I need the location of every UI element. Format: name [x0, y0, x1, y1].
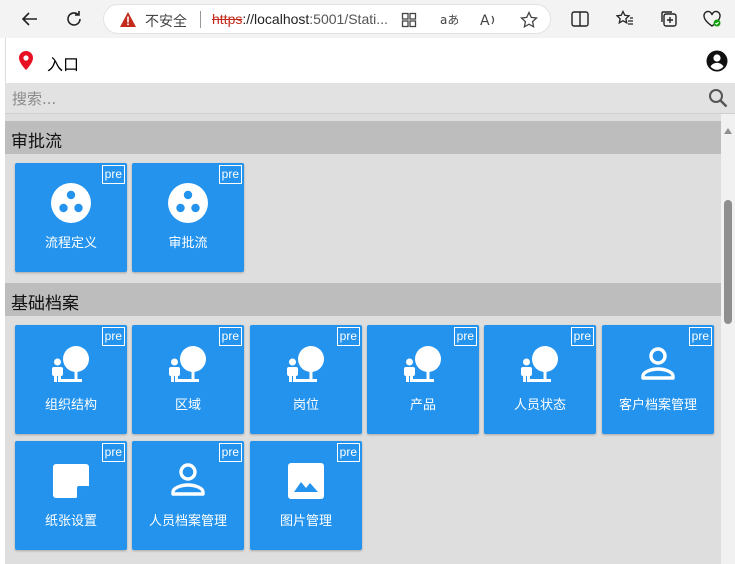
pre-badge: pre	[101, 327, 125, 346]
tile-label: 图片管理	[279, 514, 332, 529]
pre-badge: pre	[218, 443, 242, 462]
hub-icon	[166, 182, 210, 224]
insecure-label: 不安全	[145, 14, 187, 30]
svg-text:aあ: aあ	[440, 13, 458, 27]
pre-badge: pre	[336, 327, 360, 346]
tile-label: 组织结构	[44, 398, 97, 413]
pre-badge: pre	[101, 443, 125, 462]
pre-badge: pre	[453, 327, 477, 346]
address-separator	[200, 11, 201, 28]
search-input[interactable]	[12, 89, 692, 109]
favorite-star-icon[interactable]	[518, 9, 540, 31]
tile-label: 客户档案管理	[618, 398, 697, 413]
pre-badge: pre	[218, 165, 242, 184]
browser-toolbar: 不安全 https://localhost:5001/Stati... aあ A	[0, 0, 735, 38]
tile-product[interactable]: pre 产品	[367, 325, 479, 434]
tile-label: 审批流	[168, 236, 208, 251]
app-header: 入口	[5, 38, 735, 83]
account-circle-icon[interactable]	[706, 50, 728, 76]
tile-org-structure[interactable]: pre 组织结构	[15, 325, 127, 434]
person-outline-icon	[166, 460, 210, 502]
nature-people-icon	[49, 344, 93, 386]
search-bar	[5, 83, 735, 114]
search-icon[interactable]	[708, 88, 728, 112]
section-header-master-data: 基础档案	[5, 283, 721, 316]
section-title: 审批流	[11, 132, 62, 152]
tile-label: 区域	[174, 398, 201, 413]
hub-icon	[49, 182, 93, 224]
nature-people-icon	[518, 344, 562, 386]
vertical-scrollbar[interactable]	[721, 114, 735, 564]
translate-icon[interactable]: aあ	[438, 9, 460, 31]
tile-content-area: 审批流 pre 流程定义 pre 审批流 基础档案 pre 组织结构 pre 区…	[5, 114, 721, 564]
tile-label: 流程定义	[44, 236, 97, 251]
section-title: 基础档案	[11, 294, 79, 314]
section-header-approval: 审批流	[5, 121, 721, 154]
tile-region[interactable]: pre 区域	[132, 325, 244, 434]
url-text: https://localhost:5001/Stati...	[212, 11, 388, 27]
note-icon	[49, 460, 93, 502]
split-screen-icon[interactable]	[566, 5, 594, 33]
favorites-icon[interactable]	[611, 5, 639, 33]
pre-badge: pre	[101, 165, 125, 184]
scroll-up-arrow-icon[interactable]	[724, 119, 732, 138]
tile-label: 纸张设置	[44, 514, 97, 529]
read-aloud-icon[interactable]: A	[478, 9, 500, 31]
person-outline-icon	[636, 344, 680, 386]
svg-text:A: A	[480, 13, 490, 28]
location-pin-icon	[19, 51, 33, 74]
pre-badge: pre	[218, 327, 242, 346]
tile-label: 人员档案管理	[148, 514, 227, 529]
app-available-icon[interactable]	[398, 9, 420, 31]
nature-people-icon	[284, 344, 328, 386]
tile-workflow-definition[interactable]: pre 流程定义	[15, 163, 127, 272]
tile-approval-flow[interactable]: pre 审批流	[132, 163, 244, 272]
image-icon	[284, 460, 328, 502]
nature-people-icon	[401, 344, 445, 386]
nature-people-icon	[166, 344, 210, 386]
browser-essentials-icon[interactable]	[698, 5, 726, 33]
scrollbar-thumb[interactable]	[724, 200, 732, 324]
tile-image-management[interactable]: pre 图片管理	[250, 441, 362, 550]
back-icon[interactable]	[16, 5, 44, 33]
page-title: 入口	[47, 55, 80, 74]
tile-staff-records[interactable]: pre 人员档案管理	[132, 441, 244, 550]
warning-icon	[120, 12, 136, 31]
tile-staff-status[interactable]: pre 人员状态	[484, 325, 596, 434]
tile-paper-settings[interactable]: pre 纸张设置	[15, 441, 127, 550]
refresh-icon[interactable]	[60, 5, 88, 33]
tile-label: 产品	[409, 398, 436, 413]
pre-badge: pre	[336, 443, 360, 462]
tile-customer-records[interactable]: pre 客户档案管理	[602, 325, 714, 434]
collections-icon[interactable]	[655, 5, 683, 33]
pre-badge: pre	[570, 327, 594, 346]
tile-label: 岗位	[292, 398, 319, 413]
tile-position[interactable]: pre 岗位	[250, 325, 362, 434]
pre-badge: pre	[688, 327, 712, 346]
address-bar[interactable]: 不安全 https://localhost:5001/Stati... aあ A	[103, 4, 551, 34]
tile-label: 人员状态	[513, 398, 566, 413]
